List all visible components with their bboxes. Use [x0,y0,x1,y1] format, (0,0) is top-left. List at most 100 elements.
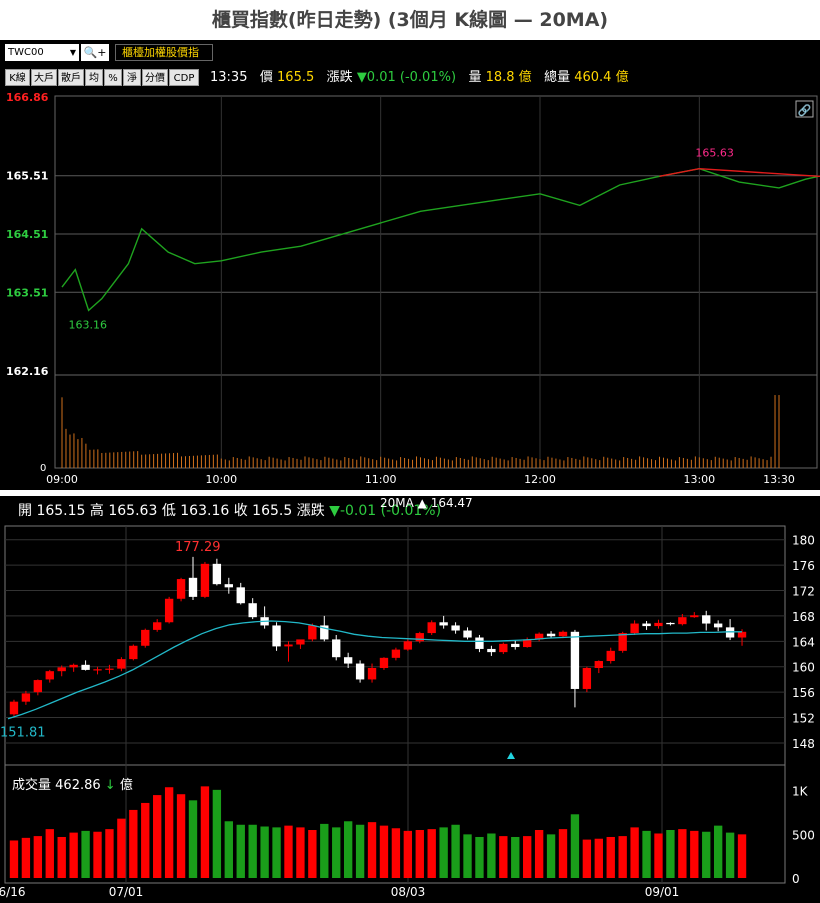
kline-volume-bar [570,814,580,878]
intraday-volume-bar [336,459,338,468]
intraday-volume-bar [65,428,67,468]
kline-candle-body [713,623,723,628]
intraday-volume-bar [770,456,772,468]
kline-volume-bar [534,830,544,878]
intraday-volume-bar [420,457,421,468]
intraday-volume-bar [603,456,605,468]
intraday-volume-bar [412,459,414,468]
intraday-volume-bar [340,460,342,468]
kline-candle-body [153,622,162,630]
intraday-volume-bar [200,455,202,468]
kline-y-label: 172 [792,585,815,599]
intraday-volume-bar [244,459,246,468]
kline-volume-bar [93,831,102,878]
intraday-volume-bar [766,460,768,468]
kline-volume-bar [725,832,735,878]
intraday-volume-bar [224,459,226,468]
intraday-volume-bar [686,458,688,468]
kline-volume-bar [105,829,114,878]
intraday-volume-bar [256,458,258,468]
kline-volume-y-label: 500 [792,828,815,842]
intraday-volume-bar [527,456,529,468]
kline-panel: 開 165.15 高 165.63 低 163.16 收 165.5 漲跌 ▼-… [0,496,820,903]
kline-x-label: 07/01 [109,885,144,899]
kline-volume-bar [164,787,174,878]
intraday-price-line [61,167,820,312]
kline-candle-body [308,625,317,640]
kline-candle-body [69,664,78,668]
intraday-volume-bar [706,459,708,468]
intraday-volume-bar [531,457,533,468]
kline-y-label: 176 [792,559,815,573]
intraday-volume-bar [396,460,398,468]
kline-volume-bar [737,834,747,878]
intraday-volume-bar [678,457,680,468]
kline-candle-body [606,650,615,662]
intraday-volume-bar [192,455,194,468]
kline-candle-body [642,623,651,627]
kline-candle-body [57,667,66,672]
kline-candle-body [523,639,532,648]
kline-candle-body [117,659,126,669]
kline-candle-body [164,598,174,623]
kline-volume-bar [511,836,520,878]
intraday-volume-bar [372,459,374,468]
kline-volume-bar [463,834,472,878]
intraday-volume-bar [579,459,581,468]
kline-volume-bar [642,830,651,878]
intraday-volume-bar [555,458,557,468]
intraday-volume-bar [535,458,537,468]
kline-chart: 180 176 172 168 164 160 156 152 148 6/16 07/01 08/… [0,525,815,899]
intraday-volume-bar [730,460,732,468]
intraday-volume-bar [380,456,382,468]
kline-candle-body [487,648,496,653]
intraday-volume-bar [408,458,410,468]
intraday-volume-bar [495,457,497,468]
intraday-volume-bar [551,457,553,468]
intraday-volume-bar [173,453,175,468]
kline-candle-body [582,668,592,689]
intraday-volume-bar [196,455,198,468]
kline-y-label: 168 [792,610,815,624]
intraday-volume-bar [352,458,354,468]
link-icon[interactable]: 🔗 [795,100,814,118]
kline-candle-body [403,641,413,650]
intraday-volume-bar [523,459,525,468]
intraday-volume-bar [435,456,437,468]
kline-candle-body [499,643,508,653]
intraday-volume-bar [746,459,748,468]
kline-volume-bar [546,834,556,878]
intraday-volume-bar [690,459,692,468]
kline-volume-bar [367,822,377,878]
intraday-volume-bar [591,458,593,468]
kline-volume-bar [248,824,257,878]
intraday-volume-bar [718,457,720,468]
kline-candle-body [33,680,43,693]
intraday-volume-bar [300,459,302,468]
intraday-volume-bar [308,457,310,468]
intraday-volume-bar [547,456,549,468]
intraday-volume-bar [149,454,151,468]
intraday-volume-bar [507,460,509,468]
kline-candle-body [129,645,138,660]
intraday-volume-bar [228,460,230,468]
kline-candle-body [284,644,293,647]
intraday-volume-bar [416,456,418,468]
kline-volume-bar [153,795,162,878]
kline-candle-body [666,622,675,625]
kline-volume-bar [45,829,54,878]
intraday-volume-bar [181,456,182,468]
kline-volume-bar [200,786,210,878]
kline-candle-body [296,639,305,645]
intraday-volume-bar [694,456,696,468]
intraday-volume-bar [754,457,756,468]
intraday-volume-bar [388,458,390,468]
kline-volume-bar [415,830,424,878]
kline-candle-body [654,622,663,627]
intraday-volume-bar [651,459,653,468]
intraday-volume-bar [539,459,541,468]
intraday-volume-bar [73,433,75,468]
intraday-volume-bar [607,457,609,468]
intraday-volume-bar [447,459,449,468]
kline-volume-bar [439,827,448,878]
